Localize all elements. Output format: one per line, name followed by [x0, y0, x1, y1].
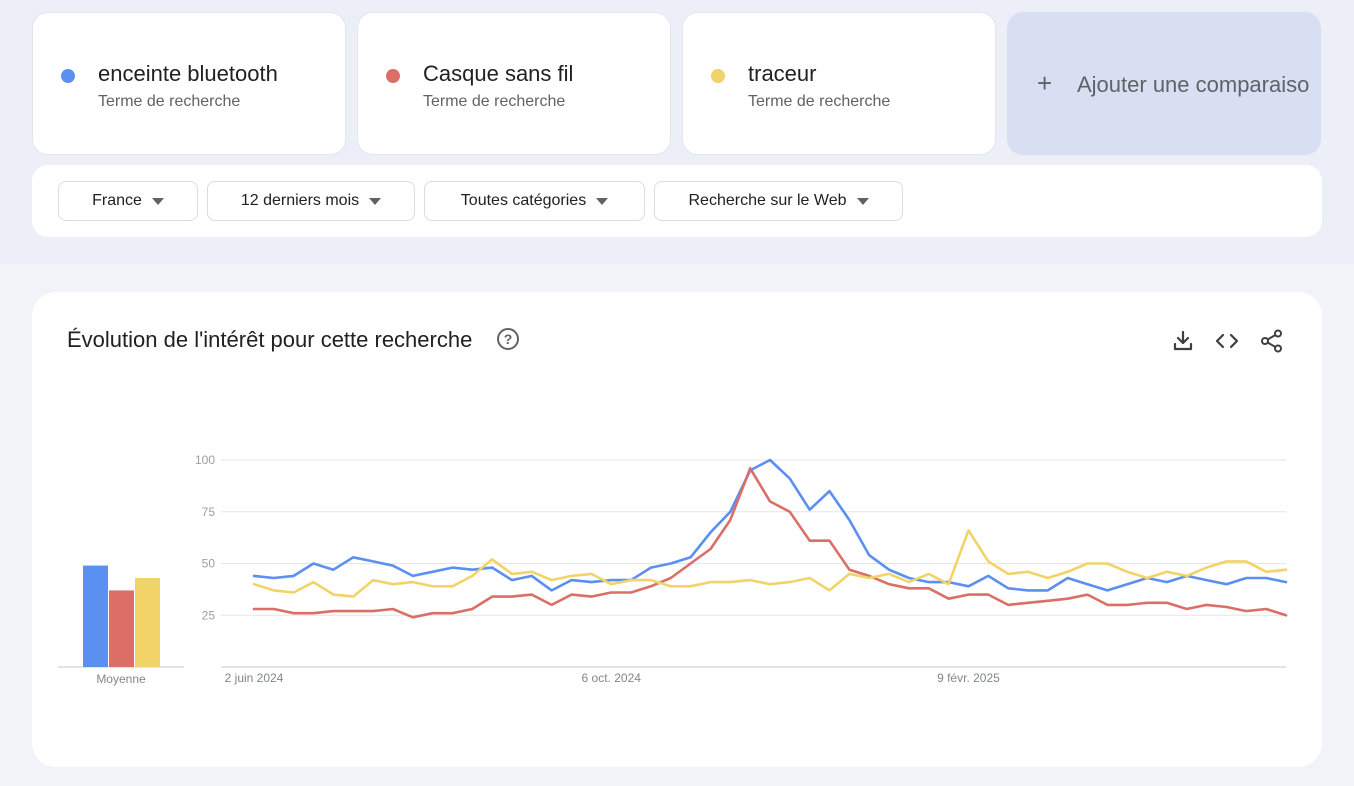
plus-icon: +: [1037, 68, 1053, 98]
y-tick-label: 25: [202, 608, 216, 622]
filter-bar: France 12 derniers mois Toutes catégorie…: [32, 165, 1322, 237]
term-color-dot: [386, 69, 400, 83]
interest-over-time-card: Évolution de l'intérêt pour cette recher…: [32, 292, 1322, 767]
interest-line-chart: 25 50 75 100 2 juin 2024 6 oct. 2024 9 févr. 2…: [58, 453, 1288, 686]
add-comparison-button[interactable]: + Ajouter une comparaiso: [1007, 12, 1321, 155]
average-bar: [109, 590, 134, 667]
search-type-dropdown[interactable]: Recherche sur le Web: [654, 181, 903, 221]
term-color-dot: [711, 69, 725, 83]
x-tick-label: 9 févr. 2025: [937, 671, 1000, 685]
term-name[interactable]: Casque sans fil: [423, 61, 573, 87]
region-label: France: [92, 192, 142, 209]
term-type-label: Terme de recherche: [98, 93, 241, 110]
term-color-dot: [61, 69, 75, 83]
caret-down-icon: [596, 197, 609, 205]
y-tick-label: 100: [195, 453, 215, 467]
caret-down-icon: [369, 197, 382, 205]
caret-down-icon: [856, 197, 869, 205]
y-tick-label: 50: [202, 557, 216, 571]
average-label: Moyenne: [96, 672, 146, 686]
series-line: [252, 458, 1288, 592]
period-label: 12 derniers mois: [240, 192, 360, 209]
term-name[interactable]: traceur: [748, 61, 816, 87]
average-bar: [83, 565, 108, 667]
region-dropdown[interactable]: France: [58, 181, 198, 221]
x-tick-label: 6 oct. 2024: [582, 671, 642, 685]
search-type-label: Recherche sur le Web: [688, 192, 847, 209]
add-comparison-label: Ajouter une comparaiso: [1077, 72, 1310, 97]
category-label: Toutes catégories: [460, 192, 587, 209]
series-line: [252, 467, 1288, 619]
term-type-label: Terme de recherche: [423, 93, 566, 110]
term-type-label: Terme de recherche: [748, 93, 891, 110]
term-card-3[interactable]: traceur Terme de recherche: [682, 12, 996, 155]
term-name[interactable]: enceinte bluetooth: [98, 61, 278, 87]
caret-down-icon: [151, 197, 164, 205]
y-tick-label: 75: [202, 505, 216, 519]
period-dropdown[interactable]: 12 derniers mois: [207, 181, 415, 221]
term-card-2[interactable]: Casque sans fil Terme de recherche: [357, 12, 671, 155]
x-tick-label: 2 juin 2024: [225, 671, 284, 685]
term-card-1[interactable]: enceinte bluetooth Terme de recherche: [32, 12, 346, 155]
average-bar: [135, 577, 160, 667]
category-dropdown[interactable]: Toutes catégories: [424, 181, 645, 221]
